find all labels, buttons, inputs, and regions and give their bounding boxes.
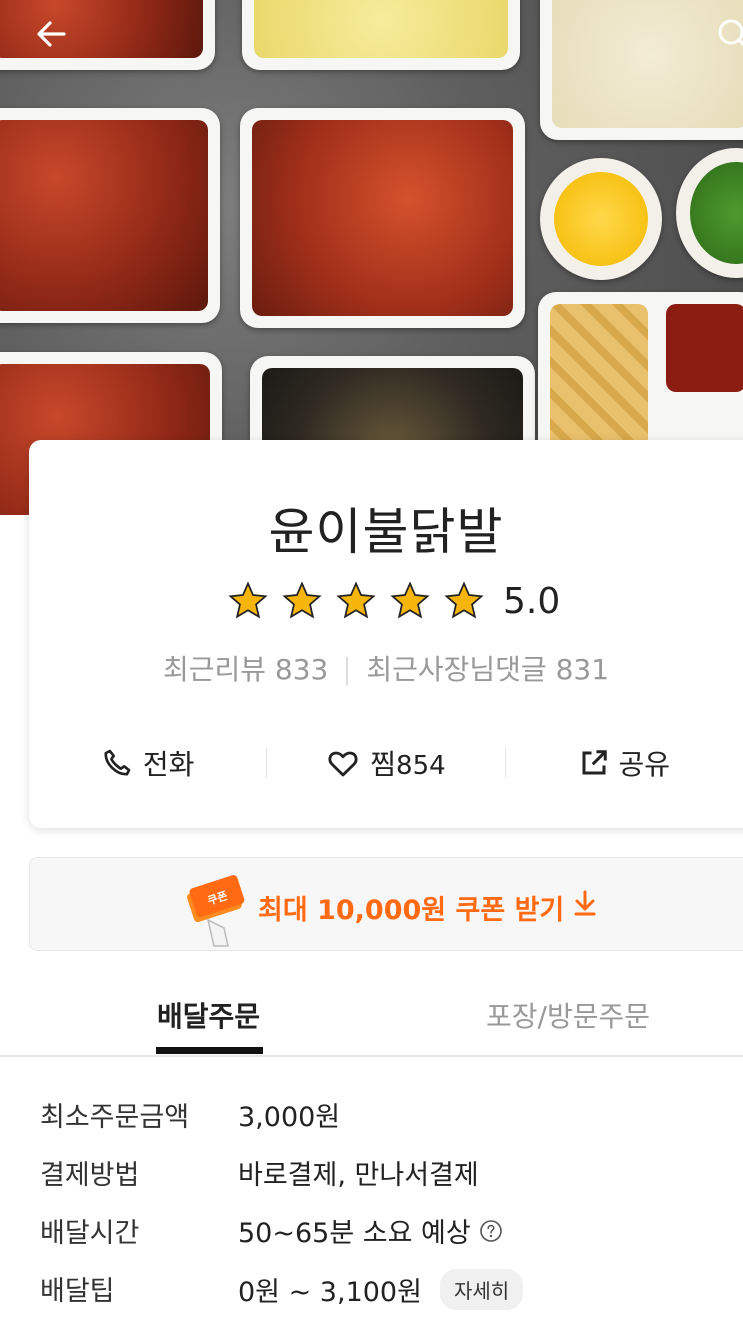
back-arrow-icon[interactable] bbox=[34, 16, 74, 56]
tab-pickup[interactable]: 포장/방문주문 bbox=[486, 995, 650, 1035]
share-button[interactable]: 공유 bbox=[506, 743, 743, 783]
download-arrow-icon bbox=[574, 890, 596, 916]
detail-label: 배달팁 bbox=[40, 1276, 115, 1307]
detail-row-payment: 결제방법 바로결제, 만나서결제 bbox=[40, 1153, 720, 1211]
detail-label: 결제방법 bbox=[40, 1160, 140, 1191]
share-label: 공유 bbox=[618, 748, 671, 781]
call-label: 전화 bbox=[142, 748, 195, 781]
tab-delivery[interactable]: 배달주문 bbox=[157, 995, 260, 1035]
detail-row-delivery-time: 배달시간 50~65분 소요 예상 bbox=[40, 1211, 720, 1269]
star-icon bbox=[390, 581, 430, 619]
store-name: 윤이불닭발 bbox=[268, 503, 504, 561]
detail-row-min-order: 최소주문금액 3,000원 bbox=[40, 1095, 720, 1153]
rating-row: 5.0 bbox=[227, 580, 560, 622]
coupon-banner[interactable]: 쿠폰 최대 10,000원 쿠폰 받기 bbox=[29, 857, 743, 951]
order-type-tabs: 배달주문 포장/방문주문 bbox=[0, 995, 743, 1057]
coupon-label: 최대 10,000원 쿠폰 받기 bbox=[258, 895, 565, 926]
side-dish-bowl bbox=[676, 148, 743, 278]
star-icon bbox=[228, 581, 268, 619]
search-icon[interactable] bbox=[713, 14, 743, 54]
coupon-ticket-icon: 쿠폰 bbox=[187, 875, 245, 947]
food-tray bbox=[0, 108, 220, 323]
review-counts[interactable]: 최근리뷰 833 최근사장님댓글 831 bbox=[29, 648, 743, 688]
favorite-label: 찜854 bbox=[370, 748, 446, 781]
detail-label: 최소주문금액 bbox=[40, 1102, 190, 1133]
favorite-button[interactable]: 찜854 bbox=[267, 743, 504, 783]
active-tab-indicator bbox=[156, 1047, 263, 1054]
heart-icon bbox=[328, 751, 358, 777]
detail-row-delivery-tip: 배달팁 0원 ~ 3,100원 자세히 bbox=[40, 1269, 720, 1327]
food-tray bbox=[240, 108, 525, 328]
tip-detail-button[interactable]: 자세히 bbox=[439, 1269, 524, 1310]
help-icon[interactable] bbox=[479, 1219, 503, 1243]
detail-value: 3,000원 bbox=[238, 1102, 341, 1133]
favorite-count: 854 bbox=[396, 751, 446, 781]
call-button[interactable]: 전화 bbox=[29, 743, 266, 783]
detail-label: 배달시간 bbox=[40, 1218, 140, 1249]
detail-value: 50~65분 소요 예상 bbox=[238, 1211, 503, 1250]
delivery-details: 최소주문금액 3,000원 결제방법 바로결제, 만나서결제 배달시간 50~6… bbox=[40, 1095, 720, 1327]
hero-food-photo bbox=[0, 0, 743, 515]
recent-reviews-count[interactable]: 최근리뷰 833 bbox=[163, 653, 328, 686]
store-info-card: 윤이불닭발 5.0 최근리뷰 833 최근사장님댓글 831 전화 찜854 공유 bbox=[29, 440, 743, 828]
action-bar: 전화 찜854 공유 bbox=[29, 738, 743, 788]
star-icon bbox=[282, 581, 322, 619]
rating-value: 5.0 bbox=[503, 580, 561, 622]
side-dish-bowl bbox=[540, 158, 662, 280]
phone-icon bbox=[104, 749, 131, 776]
star-icon bbox=[444, 581, 484, 619]
share-icon bbox=[582, 750, 607, 775]
food-tray bbox=[0, 0, 215, 70]
star-icon bbox=[336, 581, 376, 619]
food-tray bbox=[242, 0, 520, 70]
owner-replies-count[interactable]: 최근사장님댓글 831 bbox=[366, 653, 609, 686]
detail-value: 바로결제, 만나서결제 bbox=[238, 1160, 479, 1191]
detail-value: 0원 ~ 3,100원 자세히 bbox=[238, 1269, 524, 1310]
divider bbox=[346, 657, 349, 685]
